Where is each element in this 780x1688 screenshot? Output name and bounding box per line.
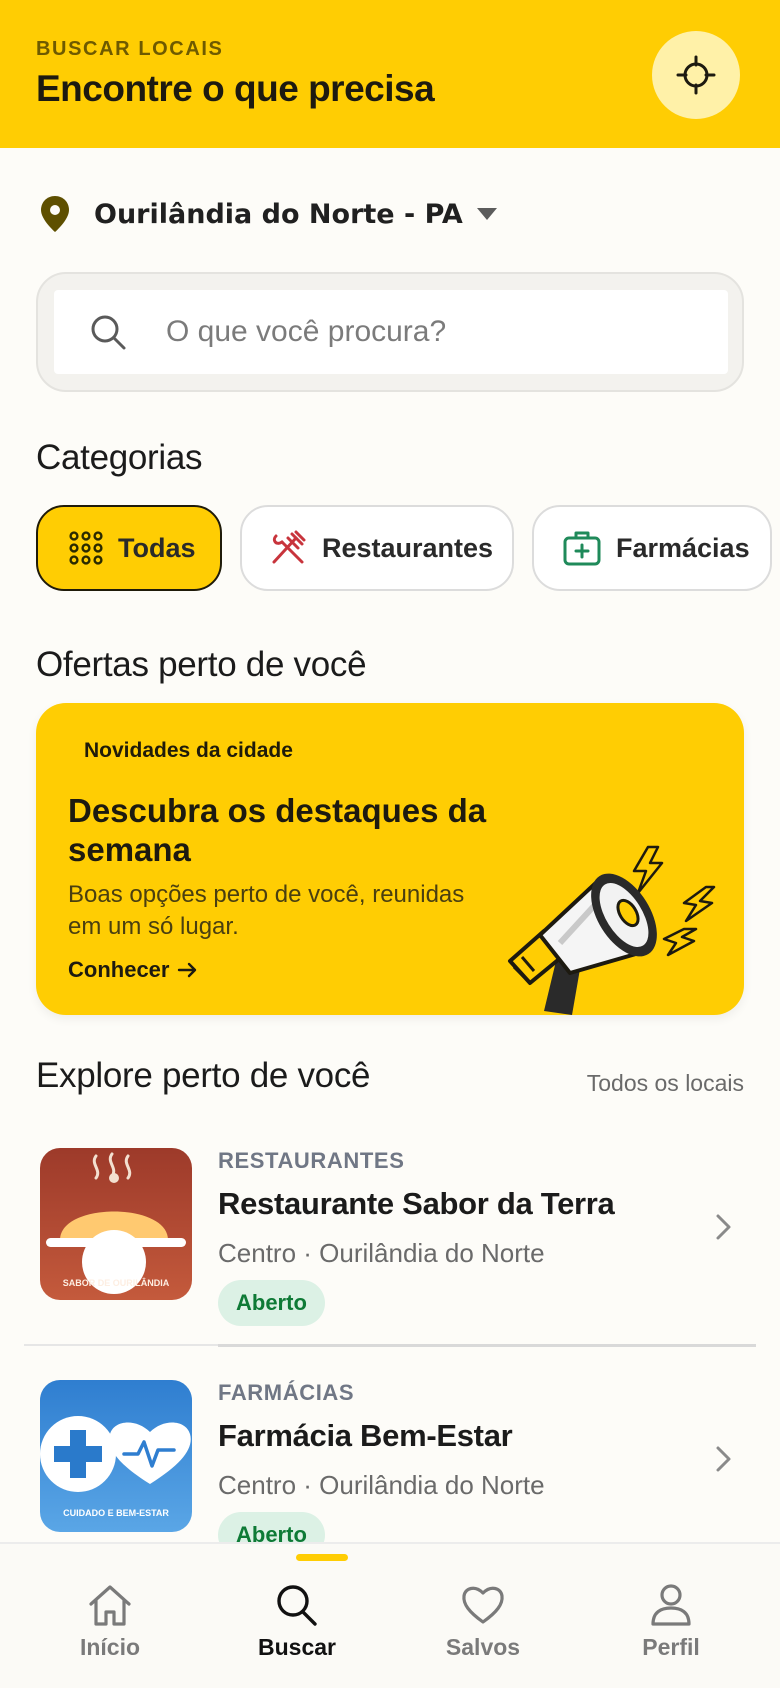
chip-label: Todas [118,532,196,563]
bottom-nav: Início Buscar Salvos Perfil [0,1542,780,1688]
place-thumbnail: SABOR DE OURILÂNDIA [40,1148,192,1300]
arrow-right-icon [178,962,197,978]
nav-inicio[interactable]: Início [35,1582,185,1682]
explore-title: Explore perto de você [36,1056,371,1095]
chevron-down-icon [476,208,497,220]
chip-label: Farmácias [616,532,750,563]
search-icon [91,315,126,350]
medical-kit-icon [563,531,601,566]
place-location: Centro · Ourilândia do Norte [218,1470,545,1500]
location-selector[interactable]: Ourilândia do Norte - PA [38,192,497,236]
locate-button[interactable] [652,31,740,119]
restaurant-logo: SABOR DE OURILÂNDIA [46,1152,186,1294]
nav-label: Perfil [642,1634,700,1660]
divider [218,1344,756,1347]
place-category: FARMÁCIAS [218,1380,355,1405]
nav-label: Início [79,1634,141,1660]
promo-link-label: Conhecer [68,957,170,982]
see-all-link[interactable]: Todos os locais [587,1070,744,1097]
search-field[interactable] [54,290,728,374]
offers-title: Ofertas perto de você [36,645,367,684]
categories-title: Categorias [36,438,203,477]
nav-buscar[interactable]: Buscar [222,1582,372,1682]
chevron-right-icon [716,1446,731,1472]
search-icon [277,1585,317,1626]
search-input[interactable] [166,315,686,349]
nav-label: Buscar [258,1634,336,1660]
chip-farmacias[interactable]: Farmácias [532,505,772,591]
search-box [36,272,744,392]
user-icon [651,1584,691,1626]
nav-salvos[interactable]: Salvos [408,1582,558,1682]
thumb-text: SABOR DE OURILÂNDIA [63,1277,170,1288]
location-label: Ourilândia do Norte - PA [94,198,463,230]
chip-restaurantes[interactable]: Restaurantes [240,505,514,591]
header-eyebrow: BUSCAR LOCAIS [36,38,224,60]
chevron-right-icon [716,1214,731,1240]
place-card[interactable]: SABOR DE OURILÂNDIA RESTAURANTES Restaur… [24,1148,756,1348]
promo-eyebrow: Novidades da cidade [84,739,293,762]
fork-knife-icon [272,530,306,564]
place-name: Farmácia Bem-Estar [218,1418,513,1453]
category-chips: Todas Restaurantes Farmácias [36,505,780,593]
thumb-text: CUIDADO E BEM-ESTAR [63,1508,169,1518]
promo-title: Descubra os destaques da semana [68,792,487,868]
nav-perfil[interactable]: Perfil [596,1582,746,1682]
map-pin-icon [41,196,69,232]
app-header: BUSCAR LOCAIS Encontre o que precisa [0,0,780,148]
grid-dots-icon [69,531,103,565]
status-badge: Aberto [218,1280,325,1326]
promo-card[interactable]: Novidades da cidade Descubra os destaque… [36,703,744,1015]
promo-description: Boas opções perto de você, reunidas em u… [68,881,465,940]
place-category: RESTAURANTES [218,1148,405,1173]
megaphone-illustration [508,845,716,1015]
chip-label: Restaurantes [322,532,494,563]
promo-link[interactable]: Conhecer [68,957,199,983]
chip-todas[interactable]: Todas [36,505,222,591]
page-title: Encontre o que precisa [36,68,435,109]
pharmacy-logo: CUIDADO E BEM-ESTAR [40,1416,191,1518]
active-tab-indicator [296,1554,348,1561]
place-name: Restaurante Sabor da Terra [218,1186,615,1221]
heart-icon [462,1586,504,1624]
home-icon [89,1585,131,1626]
nav-label: Salvos [445,1634,521,1660]
crosshair-icon [676,55,716,95]
place-thumbnail: CUIDADO E BEM-ESTAR [40,1380,192,1532]
place-location: Centro · Ourilândia do Norte [218,1238,545,1268]
